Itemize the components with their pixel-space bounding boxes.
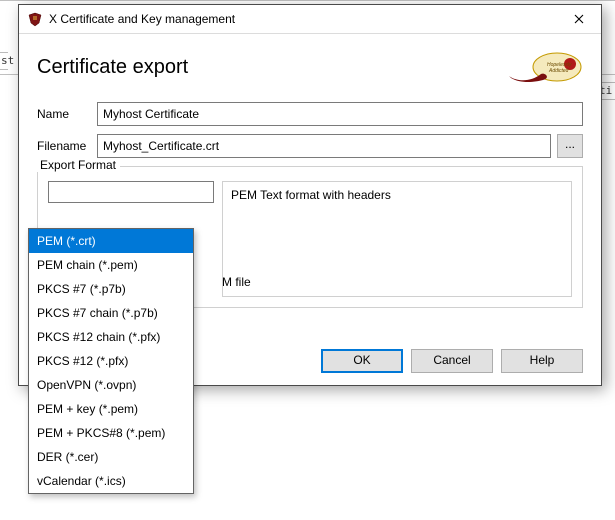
help-button[interactable]: Help: [501, 349, 583, 373]
format-option[interactable]: PEM (*.crt): [29, 229, 193, 253]
format-dropdown-list[interactable]: PEM (*.crt) PEM chain (*.pem) PKCS #7 (*…: [28, 228, 194, 494]
format-option[interactable]: PKCS #7 (*.p7b): [29, 277, 193, 301]
name-label: Name: [37, 107, 97, 121]
browse-button[interactable]: ...: [557, 134, 583, 158]
close-button[interactable]: [557, 5, 601, 33]
format-option[interactable]: PEM + key (*.pem): [29, 397, 193, 421]
format-option[interactable]: vCalendar (*.ics): [29, 469, 193, 493]
name-input[interactable]: [97, 102, 583, 126]
app-logo: Hopelessly Addicted: [507, 50, 583, 84]
background-text-left: st: [0, 52, 8, 70]
format-description-panel: PEM Text format with headers: [222, 181, 572, 297]
window-title: X Certificate and Key management: [49, 12, 557, 26]
page-title: Certificate export: [37, 56, 188, 79]
format-option[interactable]: DER (*.cer): [29, 445, 193, 469]
format-option[interactable]: PKCS #12 chain (*.pfx): [29, 325, 193, 349]
cancel-button[interactable]: Cancel: [411, 349, 493, 373]
format-option[interactable]: OpenVPN (*.ovpn): [29, 373, 193, 397]
app-icon: [27, 11, 43, 27]
titlebar[interactable]: X Certificate and Key management: [19, 5, 601, 34]
format-option[interactable]: PKCS #12 (*.pfx): [29, 349, 193, 373]
format-combobox[interactable]: [48, 181, 214, 203]
filename-input[interactable]: [97, 134, 551, 158]
obscured-checkbox-text: M file: [222, 275, 251, 289]
svg-text:Addicted: Addicted: [548, 68, 569, 74]
format-option[interactable]: PEM + PKCS#8 (*.pem): [29, 421, 193, 445]
format-description-text: PEM Text format with headers: [231, 188, 391, 202]
export-format-label: Export Format: [36, 158, 120, 172]
filename-label: Filename: [37, 139, 97, 153]
format-option[interactable]: PEM chain (*.pem): [29, 253, 193, 277]
format-option[interactable]: PKCS #7 chain (*.p7b): [29, 301, 193, 325]
dialog-button-row: OK Cancel Help: [321, 349, 583, 373]
ok-button[interactable]: OK: [321, 349, 403, 373]
